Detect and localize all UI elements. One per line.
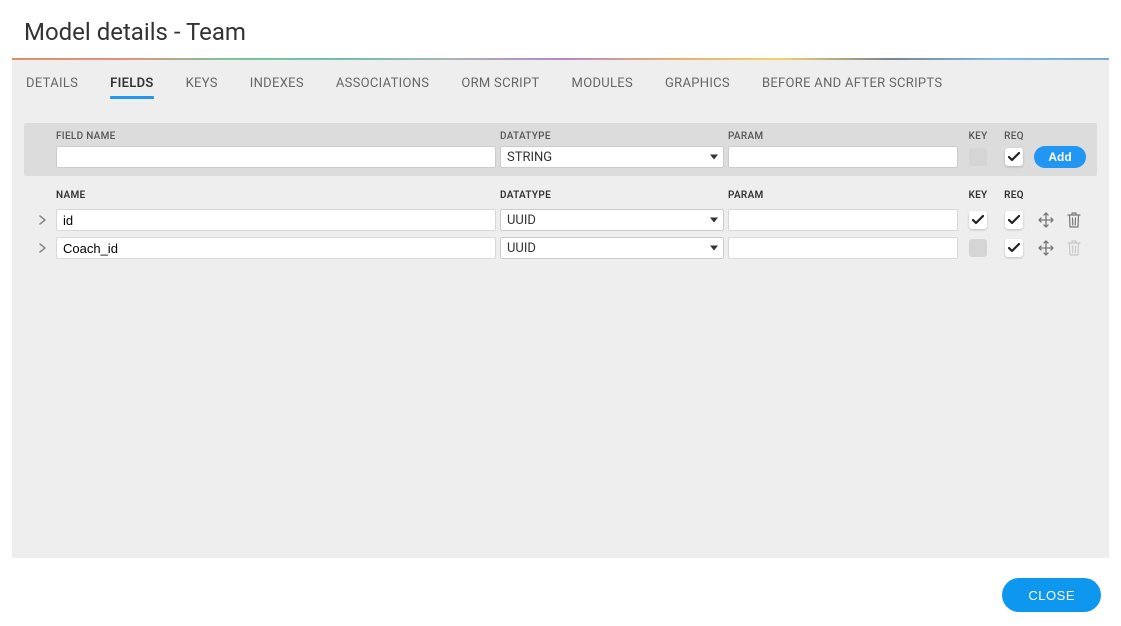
delete-icon[interactable] bbox=[1062, 212, 1086, 228]
field-datatype-select[interactable]: UUID bbox=[500, 209, 724, 231]
new-field-row: STRING Add bbox=[32, 146, 1089, 168]
header-req: REQ bbox=[998, 131, 1030, 142]
fields-panel: FIELD NAME DATATYPE PARAM KEY REQ STRING bbox=[12, 105, 1109, 275]
header-param: PARAM bbox=[728, 131, 958, 142]
header-key: KEY bbox=[962, 131, 994, 142]
field-req-checkbox[interactable] bbox=[1005, 211, 1023, 229]
new-field-key-checkbox[interactable] bbox=[969, 148, 987, 166]
tab-graphics[interactable]: GRAPHICS bbox=[665, 76, 730, 97]
new-field-bar: FIELD NAME DATATYPE PARAM KEY REQ STRING bbox=[24, 123, 1097, 176]
field-req-checkbox[interactable] bbox=[1005, 239, 1023, 257]
tab-bar: DETAILS FIELDS KEYS INDEXES ASSOCIATIONS ORM … bbox=[12, 60, 1109, 105]
tab-fields[interactable]: FIELDS bbox=[110, 76, 153, 97]
list-header-datatype: DATATYPE bbox=[500, 190, 724, 201]
add-button[interactable]: Add bbox=[1034, 146, 1085, 168]
tab-indexes[interactable]: INDEXES bbox=[250, 76, 304, 97]
field-key-checkbox[interactable] bbox=[969, 211, 987, 229]
move-icon[interactable] bbox=[1034, 212, 1058, 228]
accent-bar bbox=[12, 58, 1109, 60]
fields-rows: UUID UUID bbox=[24, 207, 1097, 261]
field-datatype-select[interactable]: UUID bbox=[500, 237, 724, 259]
page-title: Model details - Team bbox=[0, 0, 1121, 58]
tab-before-and-after-scripts[interactable]: BEFORE AND AFTER SCRIPTS bbox=[762, 76, 942, 97]
close-button[interactable]: CLOSE bbox=[1002, 578, 1101, 612]
tab-keys[interactable]: KEYS bbox=[186, 76, 218, 97]
tab-modules[interactable]: MODULES bbox=[572, 76, 633, 97]
list-header-req: REQ bbox=[998, 190, 1030, 201]
tab-orm-script[interactable]: ORM SCRIPT bbox=[461, 76, 539, 97]
new-field-name-input[interactable] bbox=[56, 146, 496, 168]
new-field-header: FIELD NAME DATATYPE PARAM KEY REQ bbox=[32, 129, 1089, 146]
field-param-input[interactable] bbox=[728, 237, 958, 259]
header-datatype: DATATYPE bbox=[500, 131, 724, 142]
field-row: UUID bbox=[32, 207, 1089, 233]
move-icon[interactable] bbox=[1034, 240, 1058, 256]
field-name-input[interactable] bbox=[56, 237, 496, 259]
content-panel: DETAILS FIELDS KEYS INDEXES ASSOCIATIONS ORM … bbox=[12, 58, 1109, 558]
delete-icon bbox=[1062, 240, 1086, 256]
field-name-input[interactable] bbox=[56, 209, 496, 231]
field-datatype-value: UUID bbox=[500, 209, 724, 231]
list-header-key: KEY bbox=[962, 190, 994, 201]
field-key-checkbox[interactable] bbox=[969, 239, 987, 257]
expand-icon[interactable] bbox=[32, 243, 52, 253]
fields-list-header: NAME DATATYPE PARAM KEY REQ bbox=[24, 176, 1097, 207]
tab-details[interactable]: DETAILS bbox=[26, 76, 78, 97]
field-param-input[interactable] bbox=[728, 209, 958, 231]
list-header-param: PARAM bbox=[728, 190, 958, 201]
new-field-datatype-select[interactable]: STRING bbox=[500, 146, 724, 168]
header-field-name: FIELD NAME bbox=[56, 131, 496, 142]
tab-associations[interactable]: ASSOCIATIONS bbox=[336, 76, 429, 97]
new-field-param-input[interactable] bbox=[728, 146, 958, 168]
new-field-datatype-value: STRING bbox=[500, 146, 724, 168]
footer-bar: CLOSE bbox=[0, 558, 1121, 626]
expand-icon[interactable] bbox=[32, 215, 52, 225]
field-row: UUID bbox=[32, 235, 1089, 261]
field-datatype-value: UUID bbox=[500, 237, 724, 259]
new-field-req-checkbox[interactable] bbox=[1005, 148, 1023, 166]
list-header-name: NAME bbox=[56, 190, 496, 201]
